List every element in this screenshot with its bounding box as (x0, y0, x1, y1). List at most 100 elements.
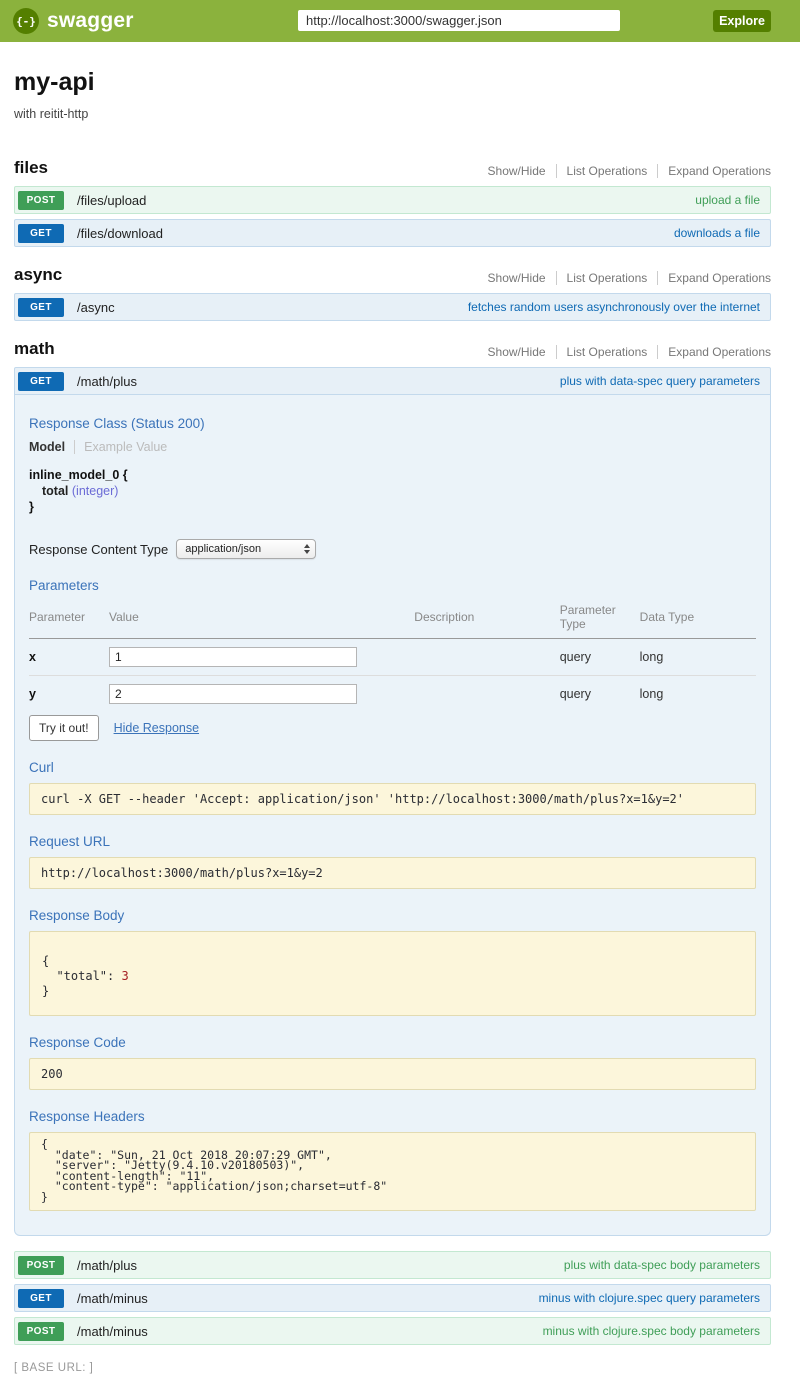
api-info: my-api with reitit-http (14, 68, 771, 121)
response-code-box: 200 (29, 1058, 756, 1090)
endpoint-summary: plus with data-spec body parameters (564, 1258, 760, 1272)
parameter-row-y: y query long (29, 676, 756, 713)
response-headers-heading: Response Headers (29, 1109, 756, 1124)
api-description: with reitit-http (14, 107, 771, 121)
parameters-heading: Parameters (29, 578, 756, 593)
expand-operations-link[interactable]: Expand Operations (657, 164, 771, 178)
parameter-name: y (29, 676, 109, 713)
endpoint-path: /math/minus (77, 1291, 148, 1306)
operation-detail-panel: Response Class (Status 200) Model Exampl… (14, 395, 771, 1236)
parameter-x-input[interactable] (109, 647, 357, 667)
response-headers-line: "content-type": "application/json;charse… (41, 1181, 744, 1192)
tab-model[interactable]: Model (29, 440, 74, 454)
response-class-heading: Response Class (Status 200) (29, 416, 756, 431)
select-arrows-icon (304, 544, 310, 554)
method-badge: GET (18, 224, 64, 243)
request-url-box: http://localhost:3000/math/plus?x=1&y=2 (29, 857, 756, 889)
show-hide-link[interactable]: Show/Hide (478, 164, 556, 178)
try-it-out-button[interactable]: Try it out! (29, 715, 99, 741)
response-body-key: "total": (42, 969, 121, 983)
endpoint-row-get-math-minus[interactable]: GET /math/minus minus with clojure.spec … (14, 1284, 771, 1312)
section-title-math: math (14, 339, 55, 359)
endpoint-summary: fetches random users asynchronously over… (468, 300, 760, 314)
method-badge: POST (18, 1322, 64, 1341)
response-body-value: 3 (121, 969, 128, 983)
endpoint-summary: minus with clojure.spec body parameters (543, 1324, 760, 1338)
model-signature: inline_model_0 { total (integer) } (29, 467, 756, 515)
api-title: my-api (14, 68, 771, 97)
actions-row: Try it out! Hide Response (29, 715, 756, 741)
brand-title: swagger (47, 9, 134, 33)
expand-operations-link[interactable]: Expand Operations (657, 345, 771, 359)
response-body-heading: Response Body (29, 908, 756, 923)
section-math: math Show/Hide List Operations Expand Op… (14, 339, 771, 1345)
show-hide-link[interactable]: Show/Hide (478, 345, 556, 359)
response-content-type-value: application/json (185, 543, 261, 555)
explore-button[interactable]: Explore (713, 10, 771, 32)
list-operations-link[interactable]: List Operations (556, 345, 658, 359)
parameter-row-x: x query long (29, 639, 756, 676)
request-url-value: http://localhost:3000/math/plus?x=1&y=2 (41, 866, 744, 880)
top-bar: {-} swagger Explore (0, 0, 800, 42)
spec-url-input[interactable] (298, 10, 620, 31)
endpoint-row-get-files-download[interactable]: GET /files/download downloads a file (14, 219, 771, 247)
endpoint-row-post-math-plus[interactable]: POST /math/plus plus with data-spec body… (14, 1251, 771, 1279)
column-data-type: Data Type (640, 598, 756, 639)
section-title-async: async (14, 265, 62, 285)
show-hide-link[interactable]: Show/Hide (478, 271, 556, 285)
method-badge: GET (18, 298, 64, 317)
endpoint-summary: minus with clojure.spec query parameters (539, 1291, 760, 1305)
parameters-header-row: Parameter Value Description Parameter Ty… (29, 598, 756, 639)
section-header: files Show/Hide List Operations Expand O… (14, 158, 771, 178)
hide-response-link[interactable]: Hide Response (114, 721, 199, 735)
section-header: async Show/Hide List Operations Expand O… (14, 265, 771, 285)
response-code-heading: Response Code (29, 1035, 756, 1050)
model-tabs: Model Example Value (29, 440, 756, 454)
column-parameter-type: Parameter Type (560, 598, 640, 639)
response-code-value: 200 (41, 1067, 744, 1081)
response-body-box: { "total": 3 } (29, 931, 756, 1016)
property-name: total (42, 484, 68, 498)
endpoint-row-get-async[interactable]: GET /async fetches random users asynchro… (14, 293, 771, 321)
list-operations-link[interactable]: List Operations (556, 164, 658, 178)
section-controls: Show/Hide List Operations Expand Operati… (478, 164, 771, 178)
endpoint-path: /files/upload (77, 193, 146, 208)
endpoint-path: /math/minus (77, 1324, 148, 1339)
page-content: my-api with reitit-http files Show/Hide … (0, 68, 800, 1374)
parameter-name: x (29, 639, 109, 676)
model-open: inline_model_0 { (29, 467, 756, 483)
section-controls: Show/Hide List Operations Expand Operati… (478, 271, 771, 285)
endpoint-row-get-math-plus[interactable]: GET /math/plus plus with data-spec query… (14, 367, 771, 395)
parameter-description (414, 639, 559, 676)
section-header: math Show/Hide List Operations Expand Op… (14, 339, 771, 359)
endpoint-row-post-math-minus[interactable]: POST /math/minus minus with clojure.spec… (14, 1317, 771, 1345)
curl-command-box: curl -X GET --header 'Accept: applicatio… (29, 783, 756, 815)
endpoint-summary: upload a file (695, 193, 760, 207)
endpoint-path: /files/download (77, 226, 163, 241)
method-badge: POST (18, 191, 64, 210)
curl-heading: Curl (29, 760, 756, 775)
parameter-y-input[interactable] (109, 684, 357, 704)
column-value: Value (109, 598, 414, 639)
swagger-logo-icon: {-} (13, 8, 39, 34)
swagger-logo[interactable]: {-} swagger (13, 8, 134, 34)
response-content-type-select[interactable]: application/json (176, 539, 316, 559)
response-body-total-line: "total": 3 (42, 969, 743, 984)
model-close: } (29, 499, 756, 515)
section-title-files: files (14, 158, 48, 178)
response-headers-box: { "date": "Sun, 21 Oct 2018 20:07:29 GMT… (29, 1132, 756, 1211)
method-badge: POST (18, 1256, 64, 1275)
parameter-description (414, 676, 559, 713)
tab-example-value[interactable]: Example Value (74, 440, 167, 454)
response-body-close: } (42, 984, 743, 999)
parameter-type: query (560, 639, 640, 676)
response-headers-line: } (41, 1192, 744, 1203)
parameter-data-type: long (640, 676, 756, 713)
endpoint-path: /math/plus (77, 374, 137, 389)
list-operations-link[interactable]: List Operations (556, 271, 658, 285)
section-controls: Show/Hide List Operations Expand Operati… (478, 345, 771, 359)
expand-operations-link[interactable]: Expand Operations (657, 271, 771, 285)
parameters-table: Parameter Value Description Parameter Ty… (29, 598, 756, 712)
response-content-type-row: Response Content Type application/json (29, 539, 756, 559)
endpoint-row-post-files-upload[interactable]: POST /files/upload upload a file (14, 186, 771, 214)
